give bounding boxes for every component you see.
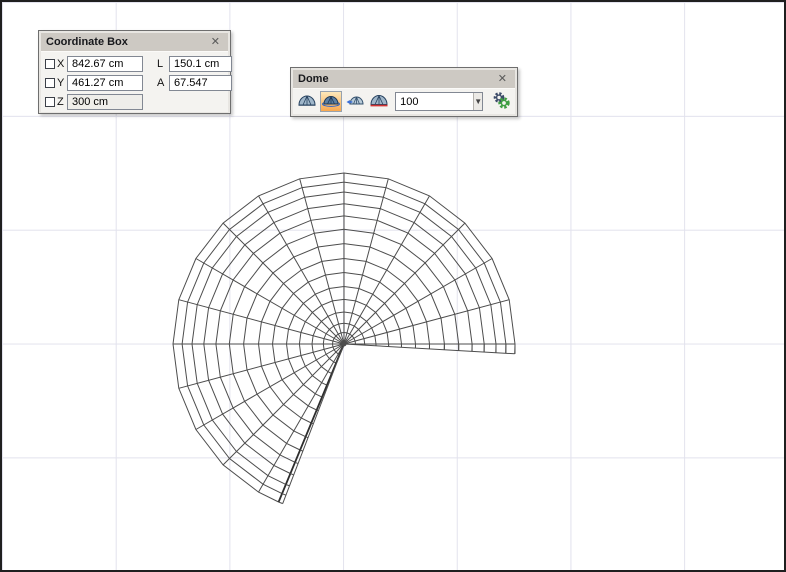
coordinate-box-body: X L Y A Z	[41, 52, 228, 112]
coordinate-row-x: X L	[45, 55, 224, 72]
coordinate-box-titlebar[interactable]: Coordinate Box ✕	[41, 33, 228, 52]
z-lock-checkbox[interactable]	[45, 97, 55, 107]
dome-tool-2-button[interactable]	[320, 91, 342, 112]
a-value-field[interactable]	[169, 75, 232, 91]
close-icon[interactable]: ✕	[208, 36, 223, 49]
close-icon[interactable]: ✕	[495, 73, 510, 86]
y-label: Y	[57, 77, 64, 89]
coordinate-box-title: Coordinate Box	[46, 36, 208, 48]
l-label: L	[157, 58, 169, 70]
segments-combobox: ▼	[395, 92, 483, 111]
dome-toolbar-panel: Dome ✕	[290, 67, 518, 117]
z-value-field[interactable]	[67, 94, 143, 110]
x-lock-checkbox[interactable]	[45, 59, 55, 69]
l-value-field[interactable]	[169, 56, 232, 72]
a-label: A	[157, 77, 169, 89]
y-lock-checkbox[interactable]	[45, 78, 55, 88]
dome-toolbar-body: ▼	[293, 89, 515, 114]
coordinate-row-y: Y A	[45, 74, 224, 91]
z-label: Z	[57, 96, 64, 108]
x-label: X	[57, 58, 64, 70]
gears-icon	[491, 91, 512, 113]
coordinate-box-panel: Coordinate Box ✕ X L Y A	[38, 30, 231, 114]
dome-surface-icon	[321, 93, 341, 110]
app-window: Coordinate Box ✕ X L Y A	[0, 0, 786, 572]
coordinate-row-z: Z	[45, 93, 224, 110]
dome-toolbar-title: Dome	[298, 73, 495, 85]
x-value-field[interactable]	[67, 56, 143, 72]
dome-tool-1-button[interactable]	[296, 91, 318, 112]
dome-settings-button[interactable]	[490, 91, 512, 113]
y-value-field[interactable]	[67, 75, 143, 91]
combobox-dropdown-button[interactable]: ▼	[473, 93, 482, 110]
dome-tool-3-button[interactable]	[344, 91, 366, 112]
dome-tool-4-button[interactable]	[368, 91, 390, 112]
dome-move-icon	[345, 93, 365, 110]
segments-input[interactable]	[396, 93, 473, 110]
dome-base-icon	[369, 93, 389, 110]
dome-solid-icon	[297, 93, 317, 110]
dome-toolbar-titlebar[interactable]: Dome ✕	[293, 70, 515, 89]
chevron-down-icon: ▼	[474, 97, 482, 106]
